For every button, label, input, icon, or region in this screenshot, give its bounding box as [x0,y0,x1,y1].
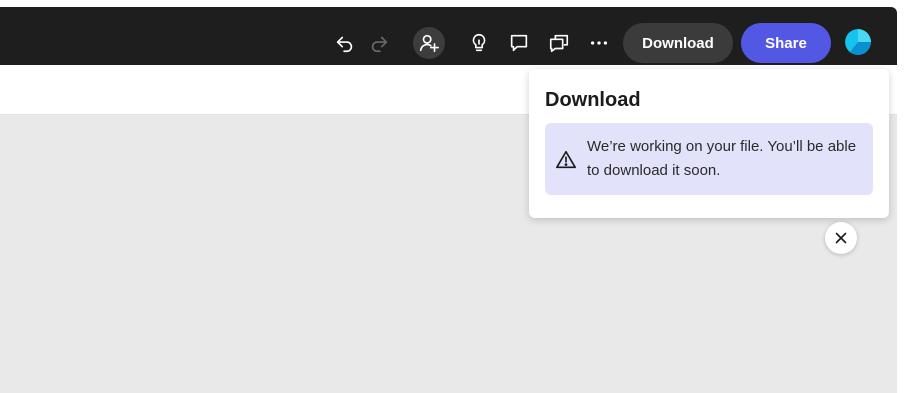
download-status-message: We’re working on your file. You’ll be ab… [587,138,857,179]
top-toolbar: Download Share [0,7,897,65]
ideas-button[interactable] [463,27,495,59]
window-top-strip [0,0,909,7]
popover-title: Download [545,89,641,111]
close-icon [835,232,847,244]
redo-icon [371,36,388,53]
share-button-label: Share [765,34,807,52]
download-popover: Download We’re working on your file. You… [529,69,889,218]
user-avatar[interactable] [845,29,871,55]
download-status-notice: We’re working on your file. You’ll be ab… [545,123,873,195]
redo-button[interactable] [363,27,395,59]
download-button-label: Download [642,34,714,52]
undo-button[interactable] [329,27,361,59]
share-comments-icon [549,34,569,53]
avatar-icon [845,29,871,55]
more-icon [590,41,608,45]
invite-button[interactable] [413,27,445,59]
comment-icon [510,34,528,52]
window-right-edge [897,0,909,393]
undo-icon [336,36,353,53]
alert-triangle-icon [556,150,576,169]
invite-person-icon [419,34,439,53]
download-button[interactable]: Download [623,23,733,63]
share-button[interactable]: Share [741,23,831,63]
comment-button[interactable] [503,27,535,59]
comments-panel-button[interactable] [543,27,575,59]
more-button[interactable] [583,27,615,59]
close-popover-button[interactable] [825,222,857,254]
lightbulb-icon [472,33,486,52]
